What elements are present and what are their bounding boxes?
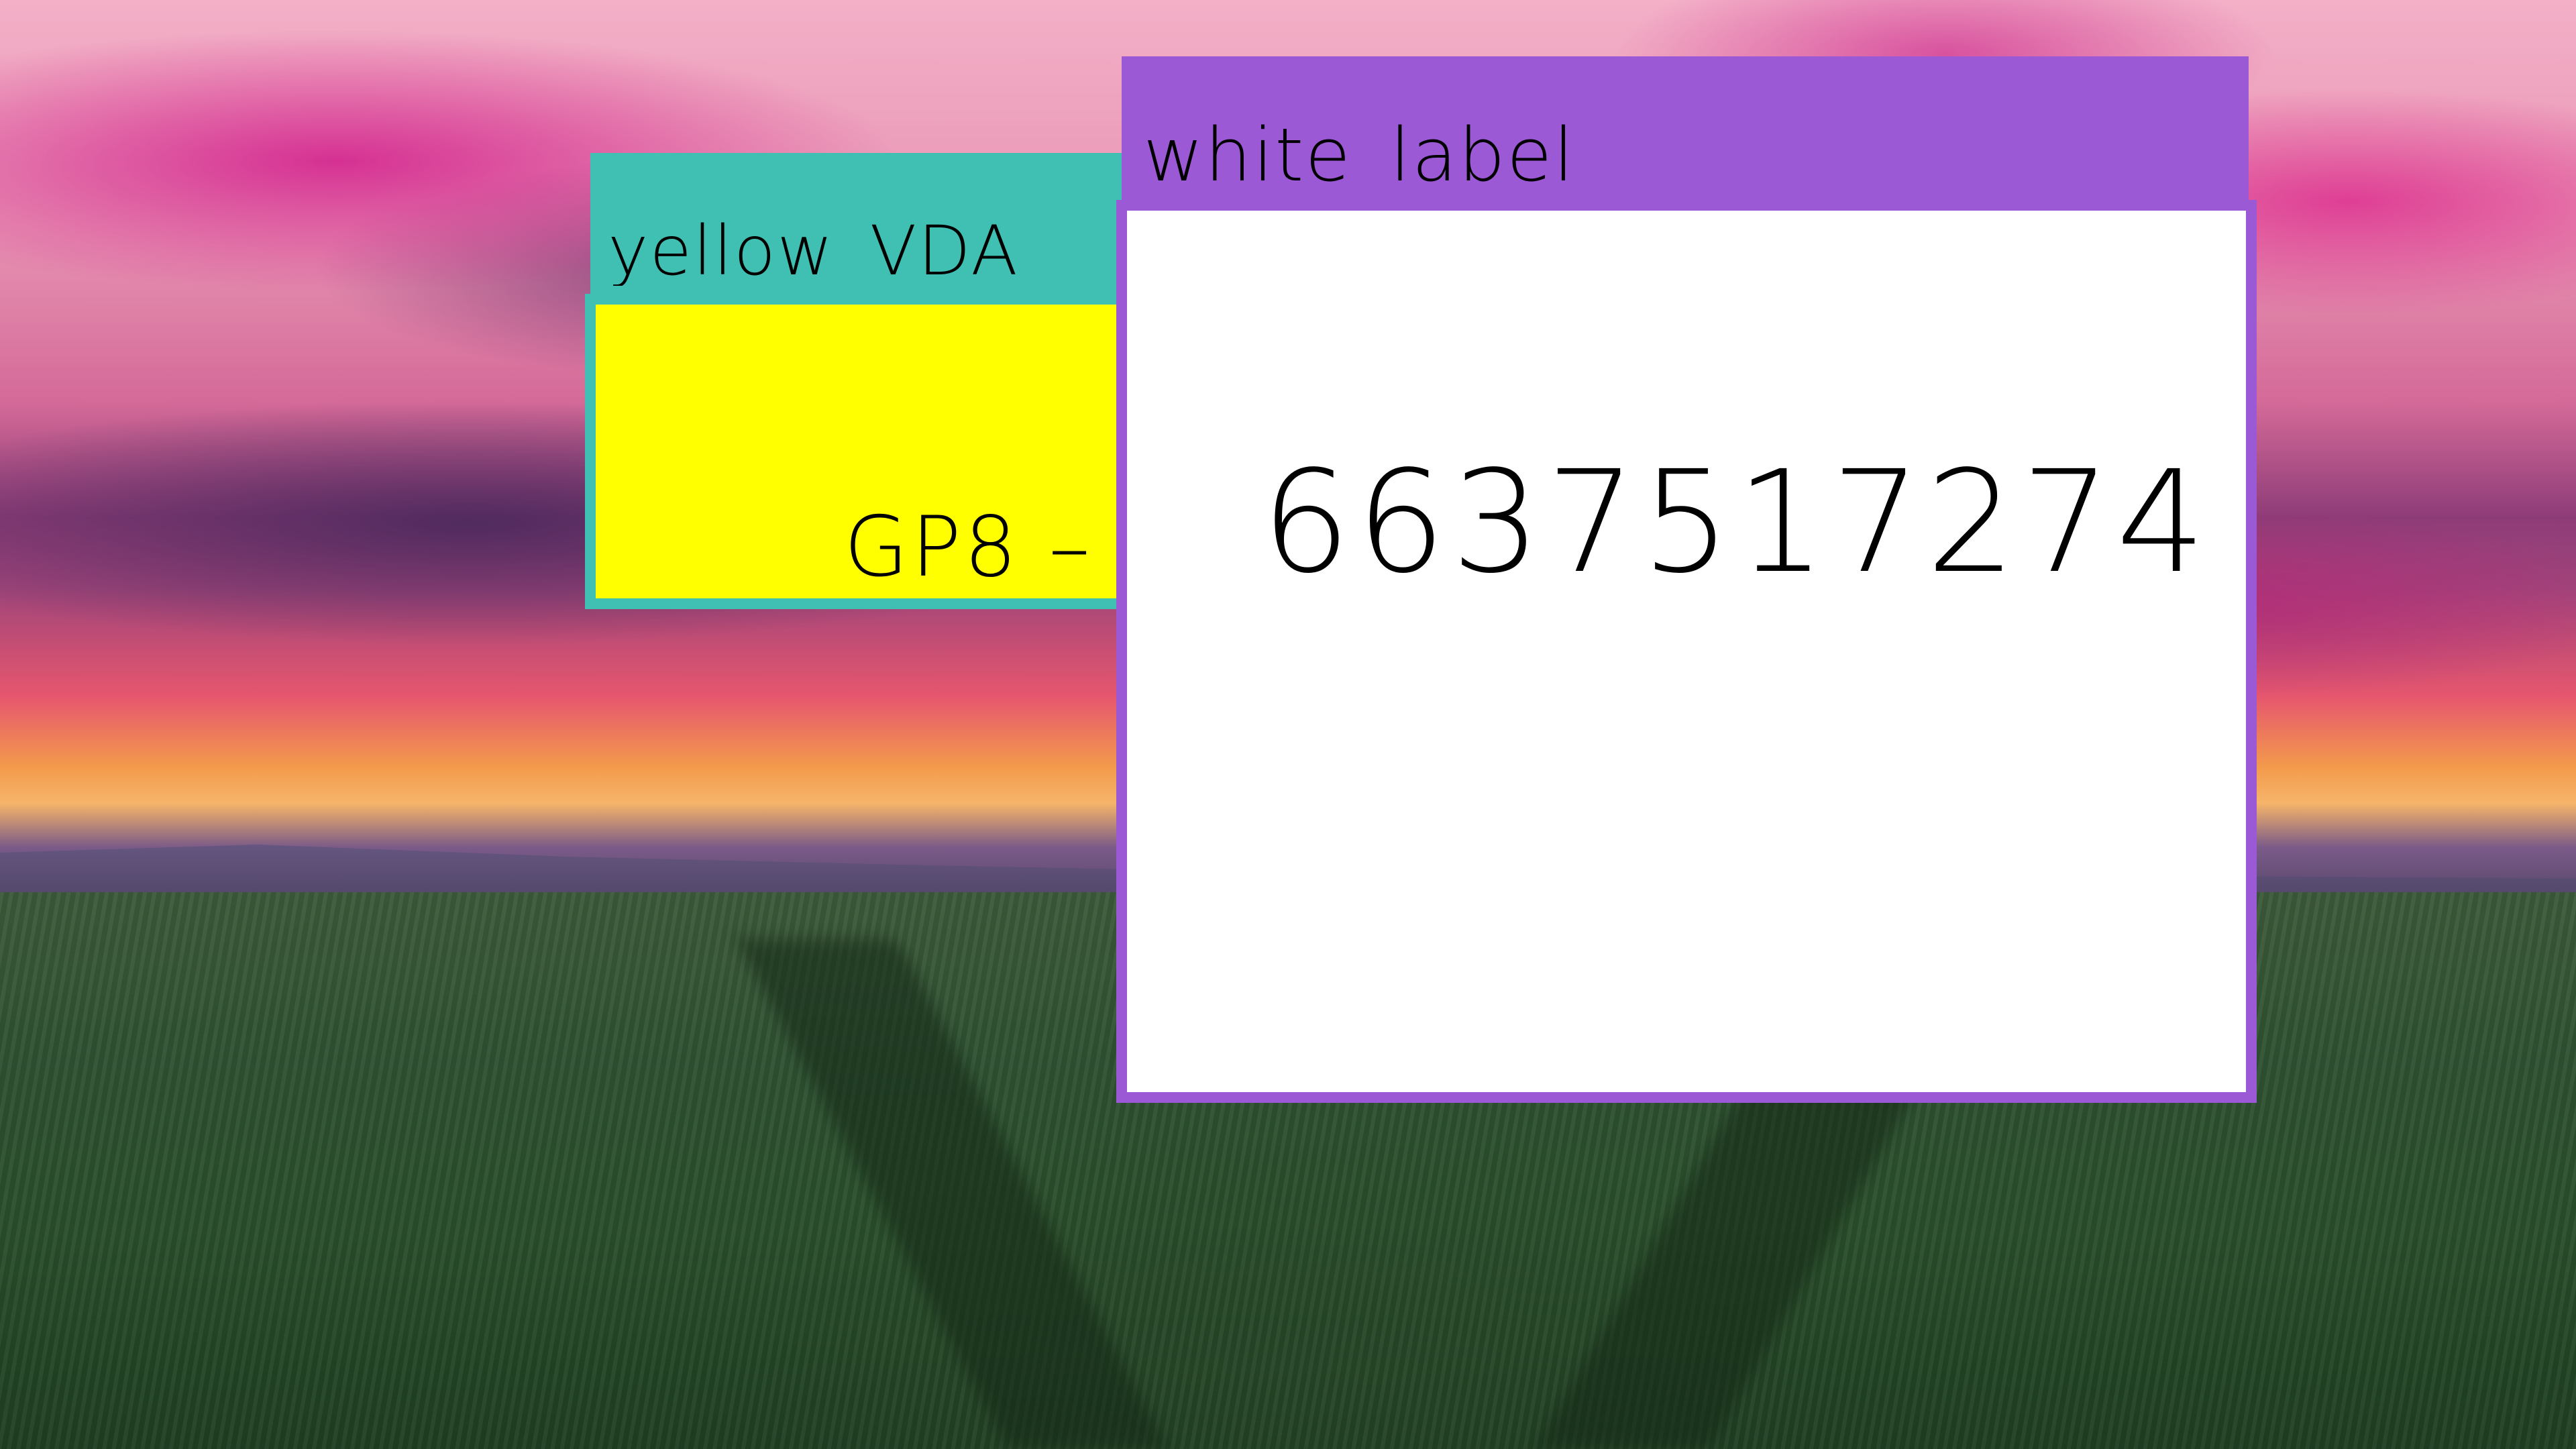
white-label-header: white_label — [1122, 56, 2249, 211]
yellow-label-title: yellow_VDA_ — [608, 217, 1055, 286]
white-label-value: 6637517274 — [1261, 452, 2212, 593]
background-photo: yellow_VDA_ GP8 – white_label 6637517274 — [0, 0, 2576, 1449]
yellow-label-value: GP8 – — [844, 506, 1093, 589]
white-label-title: white_label — [1143, 118, 1576, 192]
yellow-label-box: GP8 – — [585, 294, 1128, 609]
white-label-box: 6637517274 — [1116, 200, 2257, 1103]
yellow-label-header: yellow_VDA_ — [590, 153, 1127, 302]
